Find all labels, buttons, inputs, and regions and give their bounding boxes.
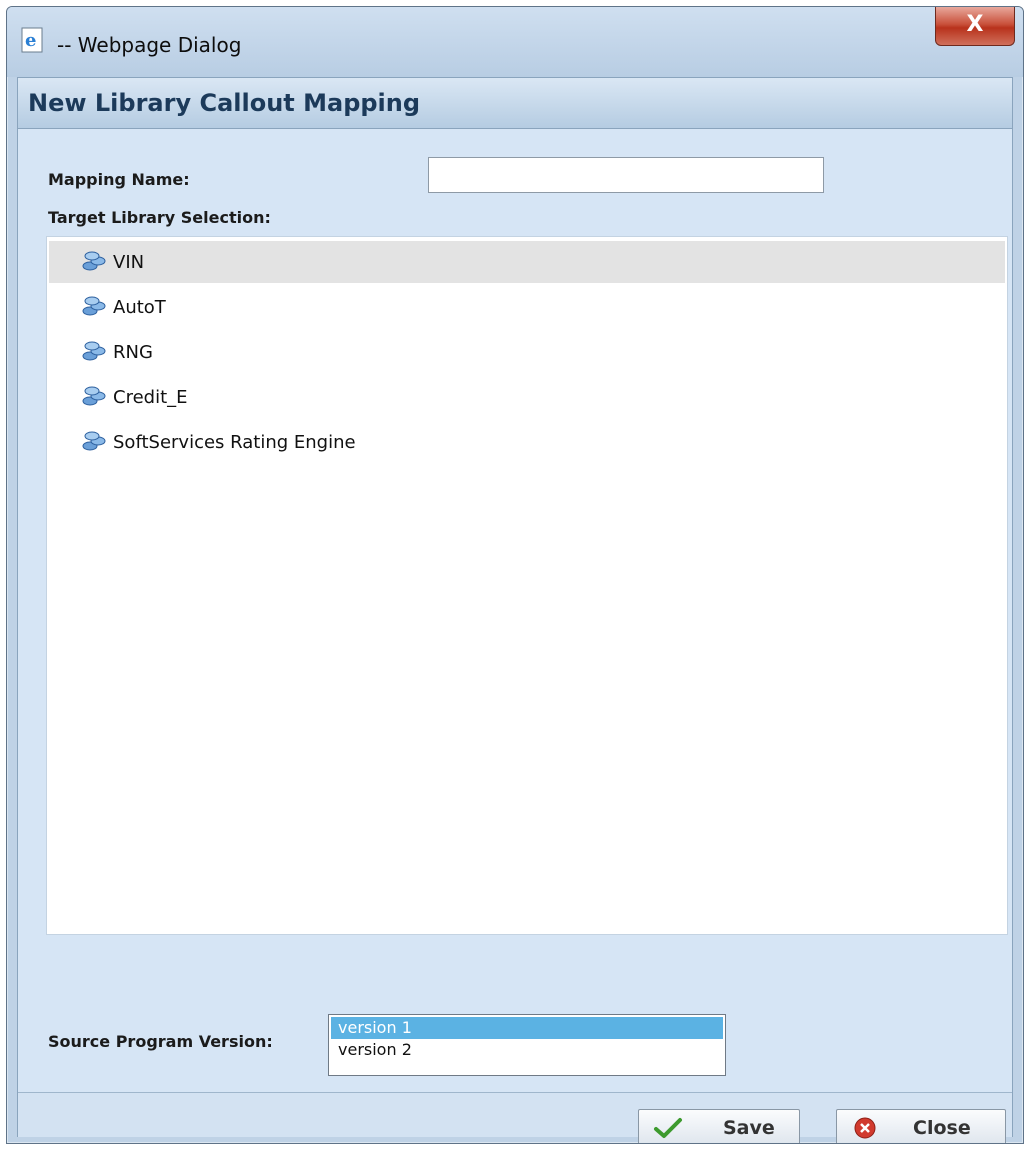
internet-explorer-icon: e xyxy=(21,27,43,53)
library-icon xyxy=(81,429,107,453)
close-icon: X xyxy=(966,12,984,37)
library-icon xyxy=(81,294,107,318)
close-circle-icon xyxy=(854,1117,876,1139)
library-icon xyxy=(81,249,107,273)
library-icon xyxy=(81,384,107,408)
mapping-name-label: Mapping Name: xyxy=(48,170,190,189)
library-item[interactable]: SoftServices Rating Engine xyxy=(49,421,1005,463)
library-icon xyxy=(81,339,107,363)
window-title: -- Webpage Dialog xyxy=(57,33,242,57)
webpage-dialog-window: e -- Webpage Dialog X New Library Callou… xyxy=(6,6,1024,1144)
library-item[interactable]: VIN xyxy=(49,241,1005,283)
library-label: VIN xyxy=(113,252,145,273)
source-program-version-label: Source Program Version: xyxy=(48,1032,273,1051)
library-label: Credit_E xyxy=(113,387,188,408)
checkmark-icon xyxy=(654,1118,682,1138)
target-library-label: Target Library Selection: xyxy=(48,208,271,227)
save-button[interactable]: Save xyxy=(638,1109,800,1143)
version-option[interactable]: version 2 xyxy=(331,1039,723,1061)
window-close-button[interactable]: X xyxy=(935,7,1015,46)
library-label: RNG xyxy=(113,342,153,363)
close-button[interactable]: Close xyxy=(836,1109,1006,1143)
library-item[interactable]: Credit_E xyxy=(49,376,1005,418)
version-option[interactable]: version 1 xyxy=(331,1017,723,1039)
dialog-header: New Library Callout Mapping xyxy=(18,78,1012,129)
mapping-name-input[interactable] xyxy=(428,157,824,193)
library-label: AutoT xyxy=(113,297,166,318)
dialog-title: New Library Callout Mapping xyxy=(28,89,421,117)
target-library-tree[interactable]: VIN AutoT RNG Credit_E SoftServices Rating E… xyxy=(46,236,1008,935)
title-bar[interactable]: e -- Webpage Dialog X xyxy=(7,7,1023,77)
dialog-footer: Save Close xyxy=(18,1092,1012,1143)
close-button-label: Close xyxy=(913,1117,971,1139)
svg-text:e: e xyxy=(25,30,36,51)
source-program-version-list[interactable]: version 1 version 2 xyxy=(328,1014,726,1076)
library-item[interactable]: RNG xyxy=(49,331,1005,373)
library-label: SoftServices Rating Engine xyxy=(113,432,356,453)
dialog-content: New Library Callout Mapping Mapping Name… xyxy=(17,77,1013,1143)
save-button-label: Save xyxy=(723,1117,775,1139)
library-item[interactable]: AutoT xyxy=(49,286,1005,328)
